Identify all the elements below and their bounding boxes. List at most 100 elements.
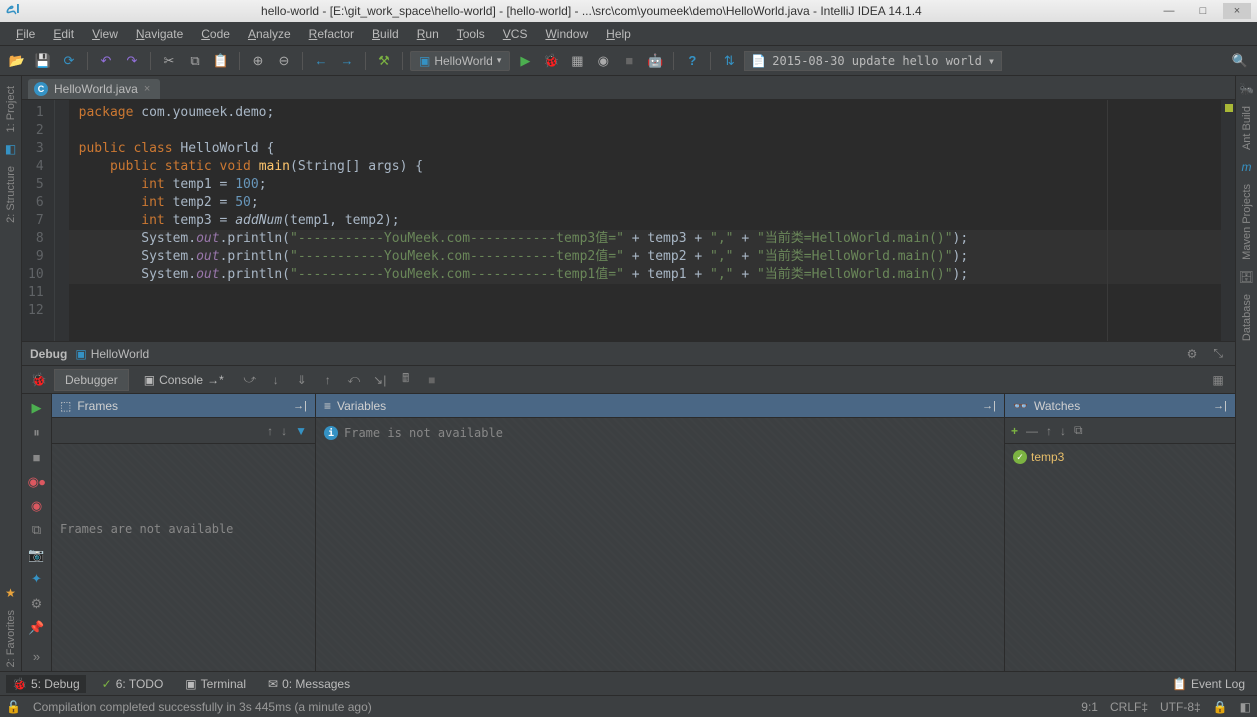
code-line[interactable]: System.out.println("-----------YouMeek.c… <box>69 230 1221 248</box>
fold-gutter[interactable] <box>55 100 69 341</box>
code-line[interactable]: System.out.println("-----------YouMeek.c… <box>69 266 1221 284</box>
paste-icon[interactable]: 📋 <box>210 50 232 72</box>
move-down-icon[interactable]: ↓ <box>1060 424 1066 438</box>
menu-view[interactable]: View <box>84 25 126 43</box>
tool-ant[interactable]: Ant Build <box>1241 102 1253 154</box>
menu-edit[interactable]: Edit <box>45 25 82 43</box>
tab-debug-bottom[interactable]: 🐞 5: Debug <box>6 675 86 693</box>
watches-body[interactable]: ✓temp3 <box>1005 444 1235 671</box>
run-config-select[interactable]: ▣ HelloWorld ▾ <box>410 51 510 71</box>
code-line[interactable] <box>69 302 1221 320</box>
rerun-icon[interactable]: 🐞 <box>28 369 50 391</box>
mute-breakpoints-icon[interactable]: ◉ <box>26 496 48 516</box>
run-to-cursor-icon[interactable]: ↘| <box>369 369 391 391</box>
menu-vcs[interactable]: VCS <box>495 25 536 43</box>
status-lock-icon[interactable]: 🔓 <box>6 700 21 714</box>
open-icon[interactable]: 📂 <box>6 50 28 72</box>
settings-icon[interactable]: ⚙ <box>1183 347 1202 361</box>
save-icon[interactable]: 💾 <box>32 50 54 72</box>
menu-file[interactable]: File <box>8 25 43 43</box>
settings-icon[interactable]: ⚙ <box>26 594 48 614</box>
undo-icon[interactable]: ↶ <box>95 50 117 72</box>
redo-icon[interactable]: ↷ <box>121 50 143 72</box>
move-up-icon[interactable]: ↑ <box>1046 424 1052 438</box>
restore-layout-icon[interactable]: →| <box>293 400 307 412</box>
tool-maven[interactable]: Maven Projects <box>1241 180 1253 264</box>
more-icon[interactable]: » <box>26 647 48 667</box>
hide-icon[interactable]: ⤡ <box>1209 346 1227 361</box>
watch-item[interactable]: ✓temp3 <box>1013 450 1227 464</box>
evaluate-icon[interactable]: 🖩 <box>395 369 417 391</box>
code-area[interactable]: package com.youmeek.demo; public class H… <box>69 100 1221 341</box>
ant-icon[interactable]: 🐜 <box>1239 82 1254 96</box>
code-line[interactable] <box>69 284 1221 302</box>
tab-messages[interactable]: ✉ 0: Messages <box>262 675 356 693</box>
stop-icon[interactable]: ■ <box>26 447 48 467</box>
menu-build[interactable]: Build <box>364 25 407 43</box>
back-icon[interactable]: ← <box>310 50 332 72</box>
close-button[interactable]: × <box>1223 3 1251 19</box>
zoom-in-icon[interactable]: ⊕ <box>247 50 269 72</box>
tab-todo[interactable]: ✓ 6: TODO <box>96 675 170 693</box>
copy-icon[interactable]: ⧉ <box>184 50 206 72</box>
search-icon[interactable]: 🔍 <box>1229 50 1251 72</box>
restore-layout-icon[interactable]: →| <box>1213 400 1227 412</box>
menu-analyze[interactable]: Analyze <box>240 25 299 43</box>
vcs-update-icon[interactable]: ⇅ <box>718 50 740 72</box>
tool-project[interactable]: 1: Project <box>5 82 17 136</box>
coverage-icon[interactable]: ▦ <box>566 50 588 72</box>
menu-code[interactable]: Code <box>193 25 238 43</box>
pause-icon[interactable]: ⏸ <box>26 422 48 442</box>
status-position[interactable]: 9:1 <box>1081 700 1098 714</box>
tab-console[interactable]: ▣ Console →* <box>133 369 235 391</box>
tab-terminal[interactable]: ▣ Terminal <box>179 675 252 693</box>
debug-config[interactable]: ▣ HelloWorld <box>75 347 149 361</box>
build-icon[interactable]: ⚒ <box>373 50 395 72</box>
tool-structure[interactable]: 2: Structure <box>5 162 17 227</box>
stop-icon[interactable]: ■ <box>618 50 640 72</box>
menu-refactor[interactable]: Refactor <box>301 25 362 43</box>
code-line[interactable] <box>69 122 1221 140</box>
camera-icon[interactable]: 📷 <box>26 545 48 565</box>
code-line[interactable]: int temp1 = 100; <box>69 176 1221 194</box>
sync-icon[interactable]: ⟳ <box>58 50 80 72</box>
tool-favorites[interactable]: 2: Favorites <box>5 606 17 671</box>
code-line[interactable]: package com.youmeek.demo; <box>69 104 1221 122</box>
android-icon[interactable]: 🤖 <box>644 50 666 72</box>
maximize-button[interactable]: □ <box>1189 3 1217 19</box>
vcs-changelist-select[interactable]: 📄 2015-08-30 update hello world ▾ <box>744 51 1002 71</box>
step-into-icon[interactable]: ↓ <box>265 369 287 391</box>
threads-icon[interactable]: ⧉ <box>26 520 48 540</box>
filter-icon[interactable]: ▼ <box>295 424 307 438</box>
debug-icon[interactable]: 🐞 <box>540 50 562 72</box>
remove-watch-icon[interactable]: — <box>1026 424 1038 438</box>
cut-icon[interactable]: ✂ <box>158 50 180 72</box>
close-icon[interactable]: × <box>144 83 150 95</box>
add-watch-icon[interactable]: + <box>1011 424 1018 438</box>
prev-frame-icon[interactable]: ↑ <box>267 424 273 438</box>
stop-icon[interactable]: ■ <box>421 369 443 391</box>
code-line[interactable]: public class HelloWorld { <box>69 140 1221 158</box>
breakpoints-icon[interactable]: ◉⦁ <box>26 471 48 491</box>
status-indicator-icon[interactable]: ◧ <box>1240 700 1251 714</box>
status-encoding[interactable]: UTF-8‡ <box>1160 700 1201 714</box>
forward-icon[interactable]: → <box>336 50 358 72</box>
status-lock-icon[interactable]: 🔒 <box>1213 700 1228 714</box>
status-line-sep[interactable]: CRLF‡ <box>1110 700 1148 714</box>
tab-event-log[interactable]: 📋 Event Log <box>1166 675 1251 693</box>
resume-icon[interactable]: ▶ <box>26 398 48 418</box>
spark-icon[interactable]: ✦ <box>26 569 48 589</box>
next-frame-icon[interactable]: ↓ <box>281 424 287 438</box>
step-out-icon[interactable]: ↑ <box>317 369 339 391</box>
database-icon[interactable]: 🗄 <box>1239 270 1254 284</box>
tool-database[interactable]: Database <box>1241 290 1253 345</box>
force-step-into-icon[interactable]: ⇓ <box>291 369 313 391</box>
menu-tools[interactable]: Tools <box>449 25 493 43</box>
zoom-out-icon[interactable]: ⊖ <box>273 50 295 72</box>
tab-debugger[interactable]: Debugger <box>54 369 129 391</box>
favorites-icon[interactable]: ★ <box>5 586 16 600</box>
restore-layout-icon[interactable]: →| <box>982 400 996 412</box>
menu-run[interactable]: Run <box>409 25 447 43</box>
pin-icon[interactable]: 📌 <box>26 618 48 638</box>
run-icon[interactable]: ▶ <box>514 50 536 72</box>
